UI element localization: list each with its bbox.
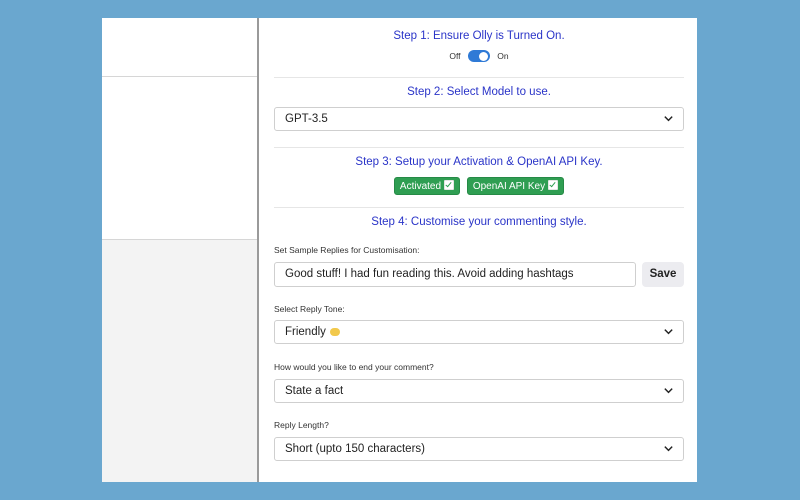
sample-reply-input[interactable]: Good stuff! I had fun reading this. Avoi… xyxy=(274,262,636,287)
divider-2 xyxy=(274,147,684,148)
checkmark-icon xyxy=(444,180,455,190)
toggle-off-label: Off xyxy=(449,51,461,61)
sample-reply-value: Good stuff! I had fun reading this. Avoi… xyxy=(285,268,574,280)
divider-1 xyxy=(274,77,684,78)
chevron-down-icon xyxy=(664,446,673,452)
power-toggle[interactable] xyxy=(467,50,490,62)
power-toggle-row: Off On xyxy=(259,50,697,66)
api-key-badge: OpenAI API Key xyxy=(466,177,565,195)
extension-window: Step 1: Ensure Olly is Turned On. Off On… xyxy=(102,18,697,482)
step3-title: Step 3: Setup your Activation & OpenAI A… xyxy=(355,156,603,168)
status-badges: Activated OpenAI API Key xyxy=(259,177,697,195)
reply-tone-select[interactable]: Friendly xyxy=(274,320,684,344)
reply-tone-label: Select Reply Tone: xyxy=(274,304,345,314)
reply-tone-value-wrap: Friendly xyxy=(285,326,340,338)
chevron-down-icon xyxy=(664,388,673,394)
toggle-on-label: On xyxy=(497,51,509,61)
left-content-area xyxy=(102,77,257,240)
reply-length-label: Reply Length? xyxy=(274,420,329,430)
toggle-knob xyxy=(479,51,489,61)
divider-3 xyxy=(274,207,684,208)
reply-tone-value: Friendly xyxy=(285,326,326,338)
step1-title: Step 1: Ensure Olly is Turned On. xyxy=(393,30,565,42)
left-footer-area xyxy=(102,240,257,482)
left-header-area xyxy=(102,18,257,77)
model-select[interactable]: GPT-3.5 xyxy=(274,107,684,131)
chevron-down-icon xyxy=(664,116,673,122)
comment-ending-select[interactable]: State a fact xyxy=(274,379,684,403)
sample-replies-label: Set Sample Replies for Customisation: xyxy=(274,245,420,255)
reply-length-select[interactable]: Short (upto 150 characters) xyxy=(274,437,684,461)
handshake-emoji-icon xyxy=(329,328,340,336)
step4-title: Step 4: Customise your commenting style. xyxy=(371,216,587,228)
chevron-down-icon xyxy=(664,329,673,335)
step2-title: Step 2: Select Model to use. xyxy=(407,86,551,98)
comment-ending-label: How would you like to end your comment? xyxy=(274,362,434,372)
model-select-value: GPT-3.5 xyxy=(285,113,328,125)
checkmark-icon xyxy=(548,180,559,190)
comment-ending-value: State a fact xyxy=(285,385,344,397)
reply-length-value: Short (upto 150 characters) xyxy=(285,443,425,455)
save-button[interactable]: Save xyxy=(642,262,684,287)
activated-badge: Activated xyxy=(393,177,461,195)
page-left-pane xyxy=(102,18,257,482)
api-key-badge-label: OpenAI API Key xyxy=(472,181,546,192)
activated-badge-label: Activated xyxy=(399,181,442,192)
settings-panel: Step 1: Ensure Olly is Turned On. Off On… xyxy=(259,18,697,482)
